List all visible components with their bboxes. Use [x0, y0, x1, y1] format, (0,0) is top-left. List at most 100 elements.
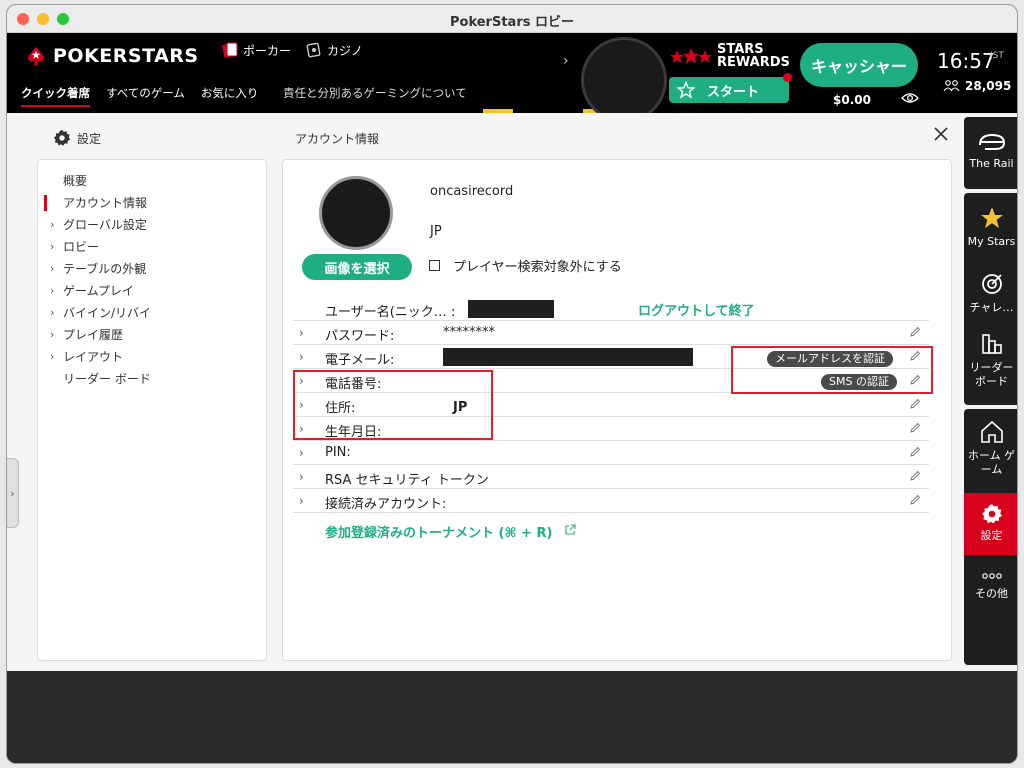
- target-icon: [981, 274, 1002, 294]
- chevron-right-icon: ›: [299, 470, 304, 484]
- highlight-personal-info-box: [293, 370, 493, 440]
- chevron-right-icon: ›: [50, 218, 55, 231]
- username-row-label: ユーザー名(ニック… :: [325, 305, 456, 320]
- header-avatar[interactable]: [581, 37, 667, 123]
- rail-label: チャレ…: [969, 301, 1014, 314]
- rail-item-leaderboard[interactable]: リーダー ボード: [964, 331, 1017, 389]
- registered-tournaments-link[interactable]: 参加登録済みのトーナメント (⌘ + R): [325, 522, 552, 541]
- gear-icon: [53, 129, 71, 146]
- connected-accounts-row[interactable]: › 接続済みアカウント:: [293, 490, 929, 513]
- notification-badge: [783, 73, 792, 82]
- row-value: ********: [443, 325, 495, 340]
- pencil-icon[interactable]: [909, 446, 921, 458]
- chevron-right-icon: ›: [50, 240, 55, 253]
- title-bar: PokerStars ロビー: [7, 5, 1017, 33]
- nav-item-overview[interactable]: 概要: [38, 170, 266, 192]
- nav-item-label: グローバル設定: [63, 218, 147, 232]
- clock: 16:57: [937, 49, 995, 73]
- close-icon[interactable]: [932, 125, 950, 143]
- chevron-right-icon: ›: [50, 350, 55, 363]
- select-image-button[interactable]: 画像を選択: [302, 254, 412, 280]
- nav-item-play-history[interactable]: › プレイ履歴: [38, 324, 266, 346]
- highlight-verify-box: [731, 346, 933, 394]
- casino-link[interactable]: カジノ: [305, 41, 363, 59]
- poker-link-label: ポーカー: [243, 43, 292, 58]
- row-label: 電子メール:: [325, 353, 395, 368]
- gear-icon: [981, 504, 1002, 524]
- rsa-token-row[interactable]: › RSA セキュリティ トークン: [293, 466, 929, 489]
- profile-avatar[interactable]: [319, 176, 393, 250]
- lobby-tabs: クイック着席 すべてのゲーム お気に入り: [21, 85, 258, 107]
- nav-item-table-appearance[interactable]: › テーブルの外観: [38, 258, 266, 280]
- window-title: PokerStars ロビー: [449, 15, 574, 30]
- rail-item-more[interactable]: その他: [964, 563, 1017, 613]
- pin-row[interactable]: › PIN:: [293, 442, 929, 465]
- app-window: PokerStars ロビー POKERSTARS ポーカー カジノ クイック着…: [6, 4, 1018, 764]
- nav-item-global-settings[interactable]: › グローバル設定: [38, 214, 266, 236]
- stars-rewards[interactable]: STARS REWARDS: [669, 43, 790, 69]
- nav-item-layout[interactable]: › レイアウト: [38, 346, 266, 368]
- chevron-right-icon: ›: [299, 326, 304, 340]
- redacted-username: [468, 300, 554, 318]
- start-button[interactable]: スタート: [669, 77, 789, 103]
- rail-label: 設定: [980, 529, 1003, 542]
- row-label: RSA セキュリティ トークン: [325, 473, 489, 488]
- players-count: 28,095: [965, 79, 1012, 93]
- nav-item-buyin-rebuy[interactable]: › バイイン/リバイ: [38, 302, 266, 324]
- rail-item-home-games[interactable]: ホーム ゲーム: [964, 419, 1017, 497]
- rail-item-settings[interactable]: 設定: [964, 493, 1017, 555]
- rail-label: My Stars: [967, 235, 1016, 248]
- nav-item-label: ロビー: [63, 240, 100, 254]
- pencil-icon[interactable]: [909, 326, 921, 338]
- cashier-button[interactable]: キャッシャー: [800, 43, 918, 87]
- rail-label: ホーム ゲーム: [967, 449, 1016, 476]
- chevron-right-icon: ›: [50, 328, 55, 341]
- game-switcher: ポーカー カジノ: [221, 41, 363, 59]
- bar-chart-icon: [981, 334, 1002, 354]
- nav-item-leaderboard[interactable]: リーダー ボード: [38, 368, 266, 390]
- rail-item-challenges[interactable]: チャレ…: [964, 271, 1017, 331]
- star-outline-icon: [677, 81, 695, 99]
- exclude-search-checkbox[interactable]: [429, 260, 440, 271]
- chevron-right-icon[interactable]: ›: [563, 53, 569, 69]
- casino-icon: [306, 42, 321, 58]
- cards-icon: [222, 42, 238, 58]
- timezone: JST: [990, 51, 1004, 61]
- responsible-gaming-link[interactable]: 責任と分別あるゲーミングについて: [283, 85, 467, 101]
- nav-item-account-info[interactable]: アカウント情報: [38, 192, 266, 214]
- nav-item-lobby[interactable]: › ロビー: [38, 236, 266, 258]
- tab-all-games[interactable]: すべてのゲーム: [106, 85, 185, 107]
- rail-label: The Rail: [969, 157, 1014, 170]
- right-rail: The Rail My Stars チャレ… リーダー ボード ホーム ゲーム …: [964, 113, 1017, 671]
- row-label: 接続済みアカウント:: [325, 497, 447, 512]
- exclude-search-label: プレイヤー検索対象外にする: [453, 260, 622, 275]
- nav-item-gameplay[interactable]: › ゲームプレイ: [38, 280, 266, 302]
- rewards-line2: REWARDS: [717, 55, 790, 70]
- expand-panel-handle[interactable]: ›: [7, 458, 19, 528]
- casino-link-label: カジノ: [327, 43, 363, 58]
- chevron-right-icon: ›: [50, 306, 55, 319]
- rail-item-my-stars[interactable]: My Stars: [964, 205, 1017, 271]
- lobby-header: POKERSTARS ポーカー カジノ クイック着席 すべてのゲーム お気に入り…: [7, 33, 1017, 123]
- redacted-email: [443, 348, 693, 366]
- start-label: スタート: [707, 84, 760, 100]
- settings-nav: 概要 アカウント情報 › グローバル設定 › ロビー › テーブルの外観 › ゲームプレ…: [37, 159, 267, 661]
- eye-icon[interactable]: [901, 91, 919, 105]
- chevron-right-icon: ›: [299, 446, 304, 460]
- pencil-icon[interactable]: [909, 422, 921, 434]
- tab-favorites[interactable]: お気に入り: [201, 85, 259, 107]
- pencil-icon[interactable]: [909, 470, 921, 482]
- balance: $0.00: [833, 93, 871, 107]
- logout-link[interactable]: ログアウトして終了: [638, 300, 755, 319]
- external-link-icon: [565, 524, 576, 535]
- password-row[interactable]: › パスワード: ********: [293, 322, 929, 345]
- poker-link[interactable]: ポーカー: [221, 41, 291, 59]
- tab-quick-seat[interactable]: クイック着席: [21, 85, 90, 107]
- nav-item-label: バイイン/リバイ: [63, 306, 152, 320]
- chevron-right-icon: ›: [50, 262, 55, 275]
- more-dots-icon: [981, 573, 1002, 579]
- pencil-icon[interactable]: [909, 494, 921, 506]
- country-display: JP: [430, 224, 442, 239]
- pencil-icon[interactable]: [909, 398, 921, 410]
- rail-item-the-rail[interactable]: The Rail: [964, 117, 1017, 189]
